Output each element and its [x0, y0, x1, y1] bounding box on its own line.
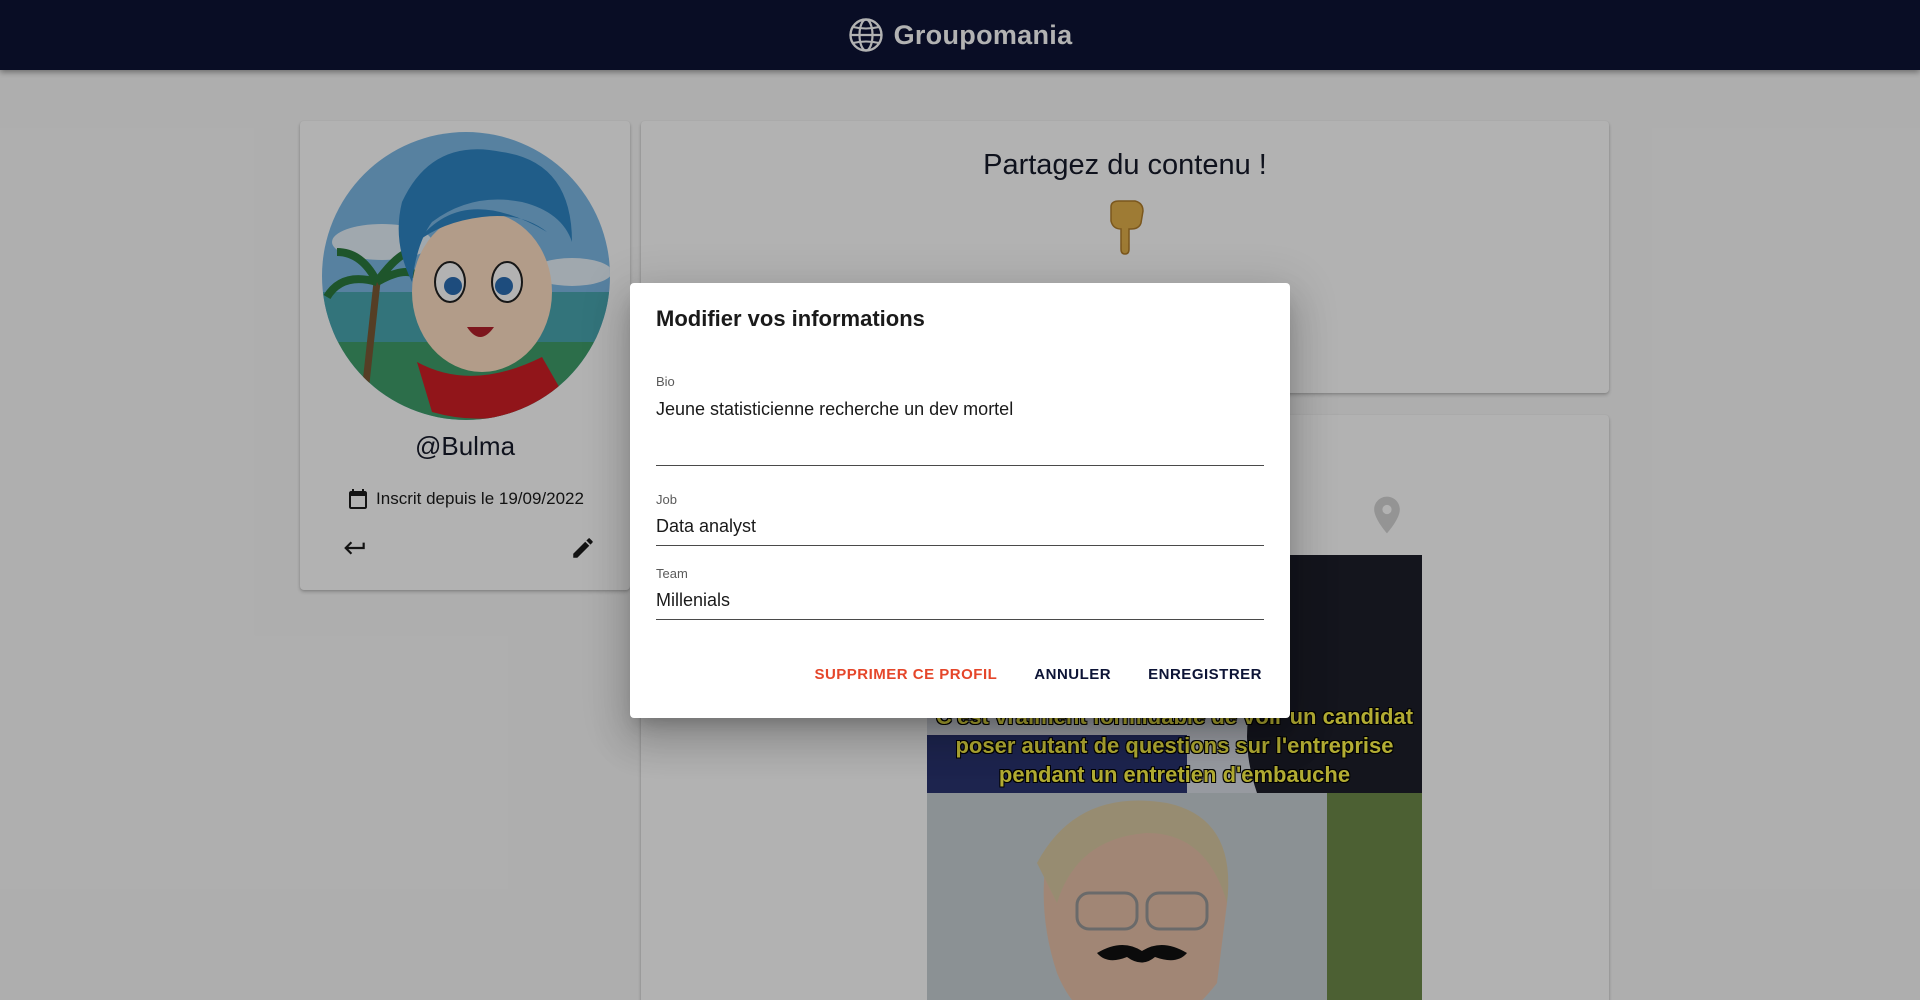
edit-profile-dialog: Modifier vos informations Bio Jeune stat… — [630, 283, 1290, 718]
job-input[interactable] — [656, 516, 1264, 537]
cancel-button[interactable]: ANNULER — [1034, 666, 1111, 683]
dialog-actions: SUPPRIMER CE PROFIL ANNULER ENREGISTRER — [814, 666, 1262, 683]
bio-input[interactable]: Jeune statisticienne recherche un dev mo… — [656, 398, 1264, 458]
job-field: Job — [656, 492, 1264, 546]
team-field: Team — [656, 566, 1264, 620]
delete-profile-button[interactable]: SUPPRIMER CE PROFIL — [814, 666, 997, 683]
job-label: Job — [656, 492, 677, 507]
dialog-title: Modifier vos informations — [656, 306, 925, 331]
team-input[interactable] — [656, 590, 1264, 611]
bio-field: Bio Jeune statisticienne recherche un de… — [656, 374, 1264, 466]
bio-label: Bio — [656, 374, 675, 389]
team-label: Team — [656, 566, 688, 581]
save-button[interactable]: ENREGISTRER — [1148, 666, 1262, 683]
